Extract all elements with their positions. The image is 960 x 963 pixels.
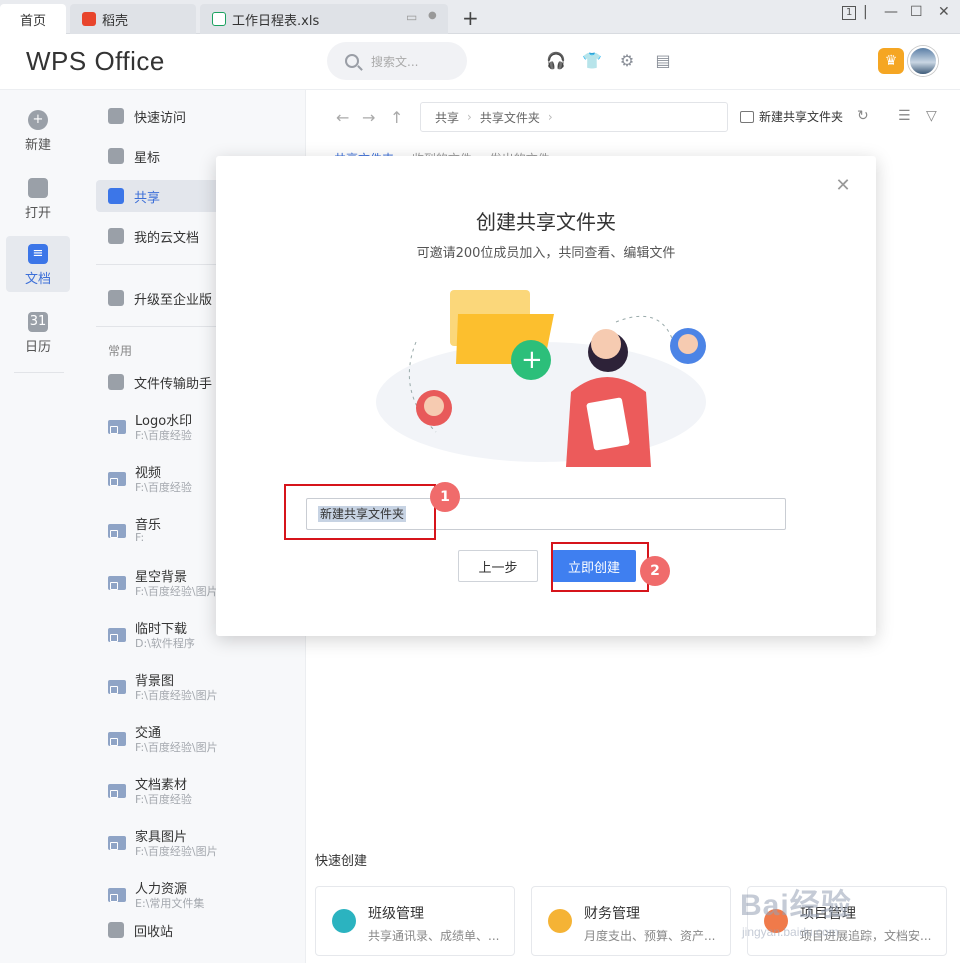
illus-avatar-left-face [424, 396, 444, 416]
avatar[interactable] [908, 46, 938, 76]
create-shared-folder-dialog: ✕ 创建共享文件夹 可邀请200位成员加入，共同查看、编辑文件 + 新建共享文件… [216, 156, 876, 636]
monitor-icon[interactable]: ▭ [406, 10, 417, 24]
left-rail: + 新建 打开 ≡ 文档 31 日历 [0, 90, 78, 963]
rail-new-label: 新建 [24, 138, 51, 153]
dialog-title: 创建共享文件夹 [476, 210, 616, 234]
tab-bar: 首页 稻壳 工作日程表.xls ▭ ● + 1 | — ☐ ✕ [0, 0, 960, 34]
search-icon [345, 54, 359, 68]
step-badge-1: 1 [430, 482, 460, 512]
rail-calendar[interactable]: 31 日历 [6, 304, 70, 360]
tab-home-label: 首页 [19, 13, 46, 29]
rail-docs-label: 文档 [24, 272, 51, 287]
skin-shirt-icon[interactable]: 👕 [582, 52, 602, 70]
step-badge-2: 2 [640, 556, 670, 586]
app-header: WPS Office 搜索文... 🎧 👕 ⚙ ▤ ♛ [0, 34, 960, 90]
rail-open[interactable]: 打开 [6, 170, 70, 226]
gear-icon[interactable]: ⚙ [618, 52, 636, 70]
dialog-subtitle: 可邀请200位成员加入，共同查看、编辑文件 [416, 246, 676, 261]
highlight-box-input [284, 484, 436, 540]
tab-docer-label: 稻壳 [102, 13, 129, 29]
search-placeholder: 搜索文... [371, 54, 419, 69]
rail-new[interactable]: + 新建 [6, 102, 70, 158]
previous-step-button[interactable]: 上一步 [458, 550, 538, 582]
docer-icon [82, 12, 96, 26]
add-tab-icon[interactable]: + [462, 6, 479, 30]
document-icon: ≡ [28, 244, 48, 264]
rail-calendar-label: 日历 [24, 340, 51, 355]
tab-close-dot-icon[interactable]: ● [428, 10, 437, 21]
minimize-icon[interactable]: — [884, 4, 898, 20]
folder-icon [28, 178, 48, 198]
watermark-url: jingyan.baidu.com [742, 925, 839, 939]
menu-icon[interactable]: | [863, 4, 868, 20]
calendar-icon: 31 [28, 312, 48, 332]
maximize-icon[interactable]: ☐ [910, 4, 923, 20]
app-logo: WPS Office [26, 46, 165, 76]
watermark-logo: Bai经验 [740, 889, 852, 922]
highlight-box-create [551, 542, 649, 592]
vip-crown-icon[interactable]: ♛ [878, 48, 904, 74]
shared-folder-illustration: + [376, 290, 706, 467]
illus-face [591, 329, 621, 359]
plus-circle-icon: + [28, 110, 48, 130]
tab-home[interactable]: 首页 [0, 4, 66, 34]
plus-icon: + [521, 345, 543, 375]
tab-docer[interactable]: 稻壳 [70, 4, 196, 34]
tab-schedule-label: 工作日程表.xls [232, 13, 320, 29]
rail-docs[interactable]: ≡ 文档 [6, 236, 70, 292]
close-window-icon[interactable]: ✕ [938, 4, 950, 20]
illus-avatar-right-face [678, 334, 698, 354]
close-icon[interactable]: ✕ [835, 177, 851, 195]
message-icon[interactable]: ▤ [654, 52, 672, 70]
page-count-badge[interactable]: 1 [842, 6, 857, 20]
spreadsheet-icon [212, 12, 226, 26]
search-box[interactable]: 搜索文... [327, 42, 467, 80]
tab-schedule-xls[interactable]: 工作日程表.xls ▭ ● [200, 4, 448, 34]
rail-divider [14, 372, 64, 373]
rail-open-label: 打开 [24, 206, 51, 221]
headset-icon[interactable]: 🎧 [546, 52, 566, 70]
